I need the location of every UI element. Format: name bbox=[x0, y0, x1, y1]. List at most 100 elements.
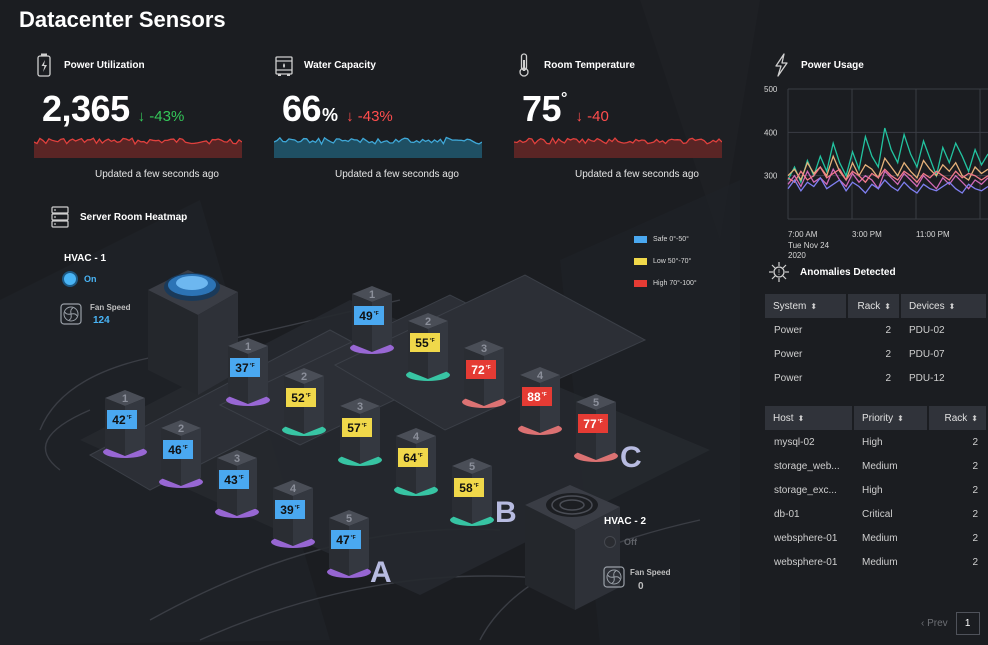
table-cell: PDU-07 bbox=[909, 348, 945, 360]
rack-temperature-value: 88 bbox=[527, 389, 541, 404]
fan-speed-label: Fan Speed bbox=[90, 303, 131, 312]
page-number-button[interactable]: 1 bbox=[955, 612, 980, 635]
temperature-unit: °F bbox=[373, 310, 379, 317]
temperature-unit: °F bbox=[182, 444, 188, 451]
fan-speed-value: 0 bbox=[638, 581, 644, 592]
rack-temperature-value: 43 bbox=[224, 472, 238, 487]
series-line bbox=[787, 154, 988, 182]
thermometer-icon bbox=[519, 53, 529, 77]
row-label-c: C bbox=[620, 441, 642, 474]
sort-icon[interactable]: ⬍ bbox=[971, 414, 978, 423]
water-tank-icon bbox=[275, 56, 293, 76]
rack-number: 4 bbox=[537, 370, 544, 382]
temperature-unit: °F bbox=[485, 364, 491, 371]
rack-temperature-value: 37 bbox=[235, 360, 249, 375]
sort-icon[interactable]: ⬍ bbox=[897, 414, 904, 423]
kpi-sparkline bbox=[274, 136, 482, 158]
rack-number: 4 bbox=[290, 483, 297, 495]
table-row[interactable]: storage_exc... High 2 bbox=[765, 478, 987, 502]
y-tick-label: 400 bbox=[764, 128, 778, 137]
table-cell: 2 bbox=[972, 532, 978, 544]
rack-temperature-value: 42 bbox=[112, 412, 126, 427]
rack-temperature-badge[interactable]: 55 °F bbox=[410, 333, 440, 352]
temperature-unit: °F bbox=[305, 392, 311, 399]
rack-temperature-badge[interactable]: 64 °F bbox=[398, 448, 428, 467]
rack-temperature-badge[interactable]: 77 °F bbox=[578, 414, 608, 433]
x-tick-sublabel: Tue Nov 24 bbox=[788, 241, 830, 250]
kpi-unit: % bbox=[322, 105, 339, 125]
sort-icon[interactable]: ⬍ bbox=[798, 414, 805, 423]
table-row[interactable]: storage_web... Medium 2 bbox=[765, 454, 987, 478]
rack-temperature-badge[interactable]: 58 °F bbox=[454, 478, 484, 497]
hvac-1-status[interactable]: On bbox=[64, 273, 97, 285]
table-cell: 2 bbox=[972, 460, 978, 472]
hvac-2-status[interactable]: Off bbox=[604, 536, 637, 548]
sort-icon[interactable]: ⬍ bbox=[884, 302, 891, 311]
rack-temperature-value: 57 bbox=[347, 420, 361, 435]
table-cell: Medium bbox=[862, 556, 898, 568]
power-usage-chart[interactable]: 500 400 300 7:00 AM 3:00 PM 11:00 PM Tue Nov 2… bbox=[756, 80, 988, 260]
kpi-delta: ↓ -43% bbox=[346, 108, 393, 125]
legend-item-safe: Safe 0°-50° bbox=[634, 234, 697, 245]
rack-temperature-badge[interactable]: 49 °F bbox=[354, 306, 384, 325]
table-row[interactable]: Power 2 PDU-02 bbox=[765, 318, 987, 342]
temperature-unit: °F bbox=[473, 482, 479, 489]
svg-text:!: ! bbox=[778, 268, 780, 277]
status-dot bbox=[604, 536, 616, 548]
rack-temperature-value: 72 bbox=[471, 362, 485, 377]
kpi-value: 2,365 bbox=[42, 88, 130, 129]
temperature-unit: °F bbox=[597, 418, 603, 425]
table-row[interactable]: Power 2 PDU-12 bbox=[765, 366, 987, 390]
x-tick-label: 7:00 AM bbox=[788, 230, 818, 239]
table-cell: Medium bbox=[862, 460, 898, 472]
table-row[interactable]: websphere-01 Medium 2 bbox=[765, 550, 987, 574]
power-utilization-widget: Power Utilization 2,365 ↓ -43% Updated a… bbox=[34, 52, 254, 192]
rack-temperature-badge[interactable]: 47 °F bbox=[331, 530, 361, 549]
table-cell: 2 bbox=[972, 436, 978, 448]
rack-number: 1 bbox=[369, 289, 375, 301]
rack-temperature-badge[interactable]: 42 °F bbox=[107, 410, 137, 429]
rack-number: 5 bbox=[593, 397, 599, 409]
table-cell: Medium bbox=[862, 532, 898, 544]
rack-temperature-value: 46 bbox=[168, 442, 182, 457]
fan-icon bbox=[60, 303, 82, 325]
heatmap-title: Server Room Heatmap bbox=[80, 211, 188, 223]
column-header-rack[interactable]: Rack ⬍ bbox=[928, 406, 988, 430]
rack-temperature-badge[interactable]: 72 °F bbox=[466, 360, 496, 379]
column-header-rack[interactable]: Rack ⬍ bbox=[847, 294, 901, 318]
column-header-system[interactable]: System ⬍ bbox=[765, 294, 848, 318]
legend-item-low: Low 50°-70° bbox=[634, 256, 697, 267]
prev-page-button[interactable]: ‹ Prev bbox=[921, 618, 948, 629]
rack-temperature-badge[interactable]: 46 °F bbox=[163, 440, 193, 459]
table-cell: High bbox=[862, 484, 883, 496]
sort-icon[interactable]: ⬍ bbox=[810, 302, 817, 311]
anomalies-header: ! Anomalies Detected bbox=[768, 260, 896, 284]
kpi-label: Water Capacity bbox=[304, 59, 376, 71]
anomalies-host-table: Host ⬍ Priority ⬍ Rack ⬍ mysql-02 High 2 stora… bbox=[765, 406, 988, 574]
rack-number: 2 bbox=[301, 371, 307, 383]
table-row[interactable]: mysql-02 High 2 bbox=[765, 430, 987, 454]
rack-temperature-badge[interactable]: 39 °F bbox=[275, 500, 305, 519]
column-header-priority[interactable]: Priority ⬍ bbox=[853, 406, 929, 430]
rack-temperature-badge[interactable]: 88 °F bbox=[522, 387, 552, 406]
table-row[interactable]: db-01 Critical 2 bbox=[765, 502, 987, 526]
rack-temperature-badge[interactable]: 52 °F bbox=[286, 388, 316, 407]
hvac-1-unit[interactable] bbox=[148, 270, 238, 395]
sort-icon[interactable]: ⬍ bbox=[949, 302, 956, 311]
table-row[interactable]: Power 2 PDU-07 bbox=[765, 342, 987, 366]
x-tick-label: 3:00 PM bbox=[852, 230, 882, 239]
table-row[interactable]: websphere-01 Medium 2 bbox=[765, 526, 987, 550]
heatmap-header: Server Room Heatmap bbox=[50, 205, 187, 229]
rack-temperature-badge[interactable]: 37 °F bbox=[230, 358, 260, 377]
kpi-sparkline bbox=[34, 137, 242, 158]
power-usage-title: Power Usage bbox=[801, 59, 864, 71]
column-header-host[interactable]: Host ⬍ bbox=[765, 406, 854, 430]
temperature-unit: °F bbox=[361, 422, 367, 429]
table-cell: 2 bbox=[972, 484, 978, 496]
x-tick-sublabel: 2020 bbox=[788, 251, 806, 260]
column-header-devices[interactable]: Devices ⬍ bbox=[900, 294, 988, 318]
rack-temperature-badge[interactable]: 43 °F bbox=[219, 470, 249, 489]
kpi-label: Power Utilization bbox=[64, 59, 145, 71]
virus-alert-icon: ! bbox=[769, 262, 789, 282]
rack-temperature-badge[interactable]: 57 °F bbox=[342, 418, 372, 437]
